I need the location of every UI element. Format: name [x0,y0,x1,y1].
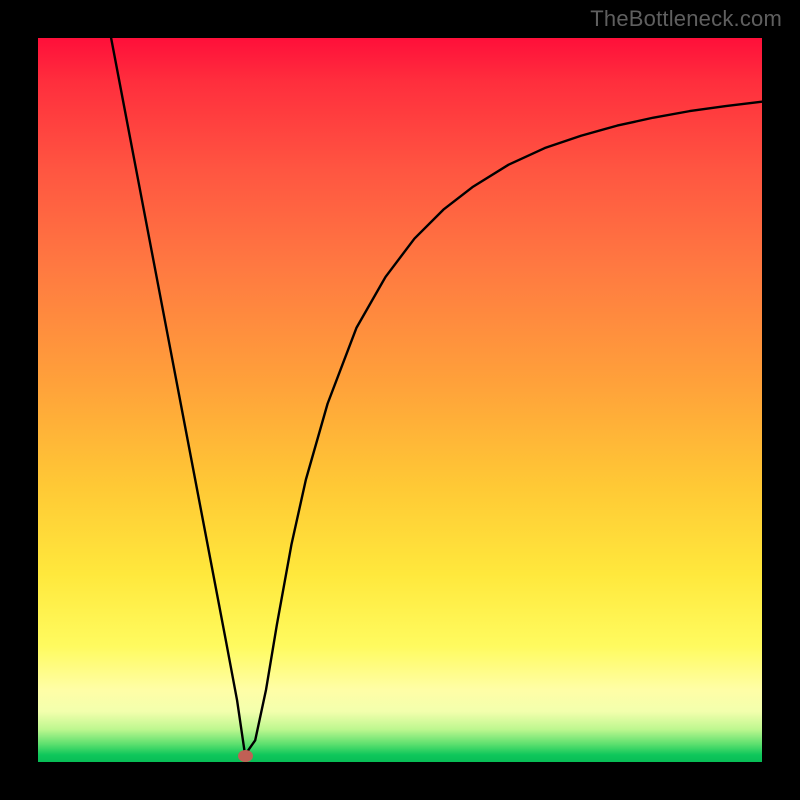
watermark-label: TheBottleneck.com [590,6,782,32]
bottleneck-curve [38,38,762,762]
chart-outer-frame: TheBottleneck.com [0,0,800,800]
chart-plot-area [38,38,762,762]
